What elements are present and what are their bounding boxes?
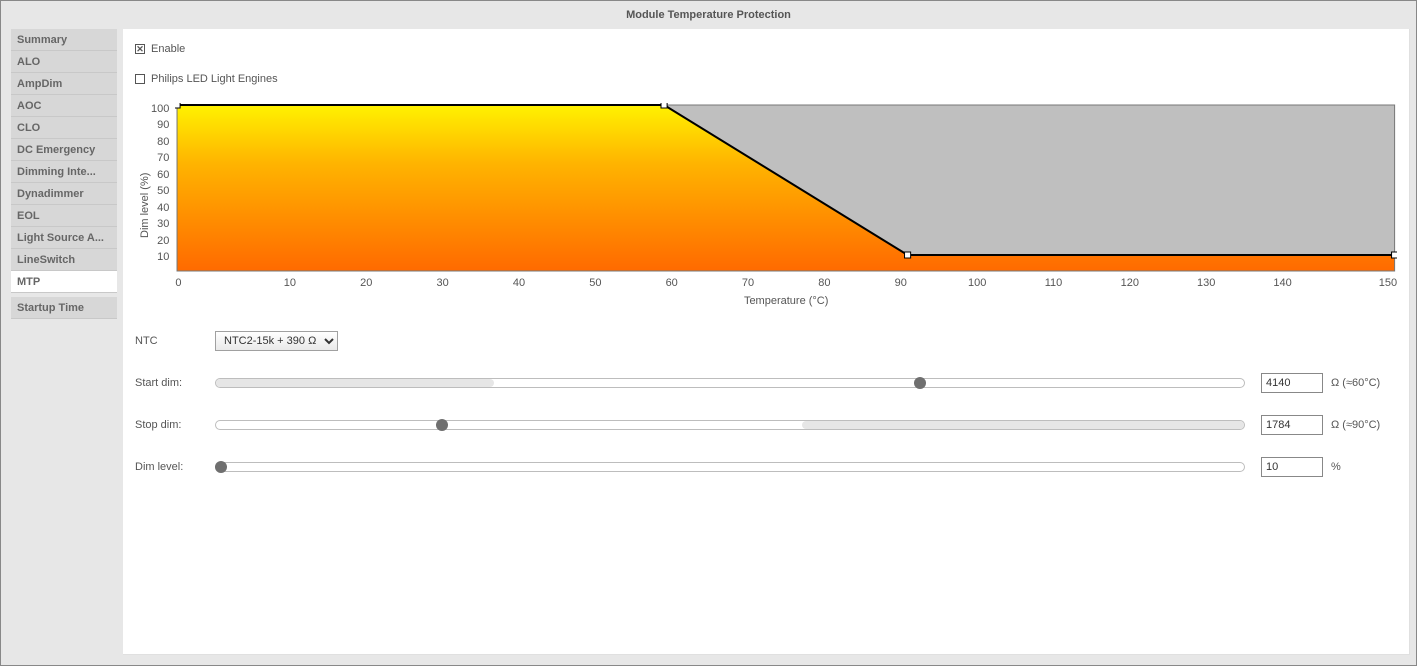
ntc-select[interactable]: NTC2-15k + 390 Ω	[215, 331, 338, 351]
sidebar-item-dynadimmer[interactable]: Dynadimmer	[11, 183, 117, 205]
chart-yticks: 100908070605040302010	[151, 103, 175, 263]
dim-level-input[interactable]	[1261, 457, 1323, 477]
dim-level-unit: %	[1331, 461, 1397, 473]
sidebar-item-mtp[interactable]: MTP	[11, 271, 117, 293]
stop-dim-thumb[interactable]	[436, 419, 448, 431]
chart-ylabel: Dim level (%)	[135, 125, 151, 285]
ntc-label: NTC	[135, 335, 215, 347]
start-dim-label: Start dim:	[135, 377, 215, 389]
chart-xticks: 0102030405060708090100110120130140150	[175, 277, 1397, 289]
dim-level-thumb[interactable]	[215, 461, 227, 473]
start-dim-input[interactable]	[1261, 373, 1323, 393]
sidebar-item-eol[interactable]: EOL	[11, 205, 117, 227]
sidebar-item-clo[interactable]: CLO	[11, 117, 117, 139]
start-dim-unit: Ω (≈60°C)	[1331, 377, 1397, 389]
dim-level-slider[interactable]	[215, 462, 1245, 472]
philips-checkbox[interactable]	[135, 74, 145, 84]
sidebar-item-dc-emergency[interactable]: DC Emergency	[11, 139, 117, 161]
stop-dim-slider[interactable]	[215, 420, 1245, 430]
sidebar-item-summary[interactable]: Summary	[11, 29, 117, 51]
window-title: Module Temperature Protection	[1, 1, 1416, 27]
app-frame: Module Temperature Protection SummaryALO…	[0, 0, 1417, 666]
dim-level-label: Dim level:	[135, 461, 215, 473]
start-dim-thumb[interactable]	[914, 377, 926, 389]
mtp-chart: Dim level (%) 100908070605040302010	[135, 103, 1397, 307]
enable-label: Enable	[151, 43, 185, 55]
sidebar-item-light-source-a-[interactable]: Light Source A...	[11, 227, 117, 249]
sidebar: SummaryALOAmpDimAOCCLODC EmergencyDimmin…	[1, 27, 119, 661]
stop-dim-label: Stop dim:	[135, 419, 215, 431]
stop-dim-unit: Ω (≈90°C)	[1331, 419, 1397, 431]
sidebar-item-aoc[interactable]: AOC	[11, 95, 117, 117]
chart-plot	[175, 103, 1397, 273]
sidebar-item-dimming-inte-[interactable]: Dimming Inte...	[11, 161, 117, 183]
sidebar-item-lineswitch[interactable]: LineSwitch	[11, 249, 117, 271]
enable-checkbox[interactable]: ✕	[135, 44, 145, 54]
stop-dim-input[interactable]	[1261, 415, 1323, 435]
sidebar-item-alo[interactable]: ALO	[11, 51, 117, 73]
philips-label: Philips LED Light Engines	[151, 73, 278, 85]
sidebar-item-startup-time[interactable]: Startup Time	[11, 297, 117, 319]
start-dim-slider[interactable]	[215, 378, 1245, 388]
content-panel: ✕ Enable Philips LED Light Engines Dim l…	[123, 29, 1410, 655]
chart-xlabel: Temperature (°C)	[175, 295, 1397, 307]
sidebar-item-ampdim[interactable]: AmpDim	[11, 73, 117, 95]
